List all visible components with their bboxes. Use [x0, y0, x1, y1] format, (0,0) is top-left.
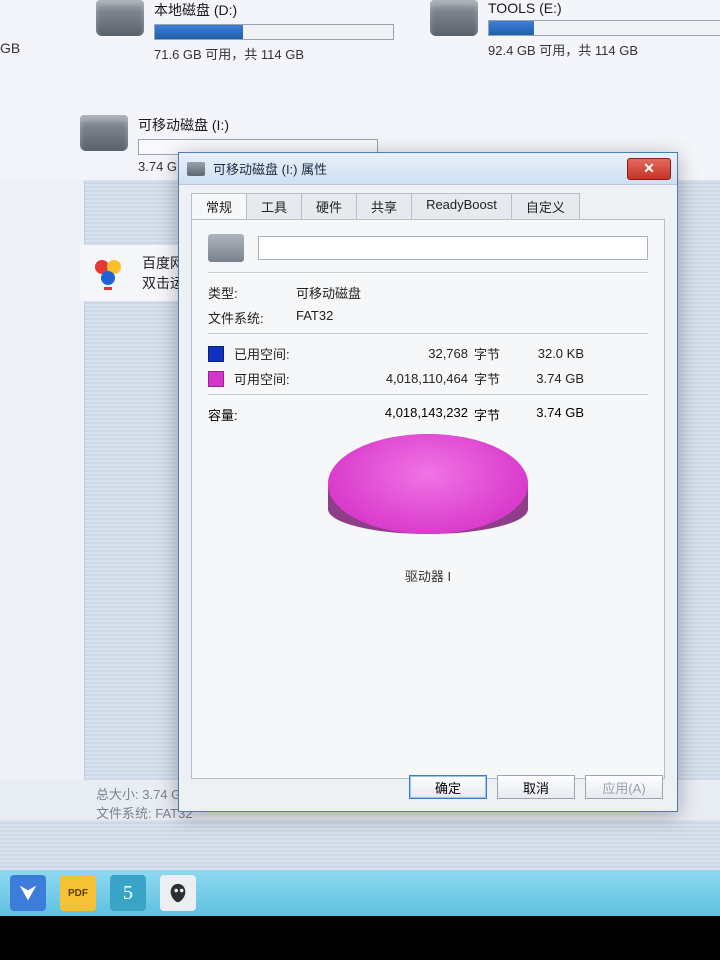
- free-space-row: 可用空间: 4,018,110,464 字节 3.74 GB: [208, 369, 648, 388]
- taskbar-app-five-icon[interactable]: 5: [110, 875, 146, 911]
- capacity-label: 容量:: [208, 405, 308, 424]
- drive-e-stat: 92.4 GB 可用，共 114 GB: [488, 40, 720, 59]
- usage-pie-chart: [328, 434, 528, 554]
- free-space-label: 可用空间:: [234, 369, 308, 388]
- used-space-bytes: 32,768: [308, 346, 468, 361]
- volume-label-input[interactable]: [258, 236, 648, 260]
- separator: [208, 333, 648, 334]
- baidu-netdisk-icon: [86, 251, 130, 295]
- apply-button: 应用(A): [585, 775, 663, 799]
- drive-icon: [208, 234, 244, 262]
- bytes-unit: 字节: [474, 405, 514, 424]
- tab-hardware[interactable]: 硬件: [301, 193, 357, 219]
- used-space-row: 已用空间: 32,768 字节 32.0 KB: [208, 344, 648, 363]
- free-space-bytes: 4,018,110,464: [308, 371, 468, 386]
- taskbar-app-pdf-icon[interactable]: PDF: [60, 875, 96, 911]
- drive-e-usage-bar: [488, 20, 720, 36]
- type-value: 可移动磁盘: [296, 283, 361, 302]
- tab-general[interactable]: 常规: [191, 193, 247, 219]
- drive-d-stat: 71.6 GB 可用，共 114 GB: [154, 44, 394, 63]
- removable-drive-icon: [80, 115, 128, 151]
- taskbar-app-alien-icon[interactable]: [160, 875, 196, 911]
- used-space-label: 已用空间:: [234, 344, 308, 363]
- capacity-row: 容量: 4,018,143,232 字节 3.74 GB: [208, 405, 648, 424]
- hdd-icon: [96, 0, 144, 36]
- close-button[interactable]: ✕: [627, 158, 671, 180]
- fs-value: FAT32: [296, 308, 333, 327]
- drive-e[interactable]: TOOLS (E:) 92.4 GB 可用，共 114 GB: [430, 0, 720, 59]
- tab-sharing[interactable]: 共享: [356, 193, 412, 219]
- drive-removable-label: 可移动磁盘 (I:): [138, 115, 378, 135]
- tab-custom[interactable]: 自定义: [511, 193, 580, 219]
- dialog-title: 可移动磁盘 (I:) 属性: [213, 159, 619, 178]
- used-space-swatch: [208, 346, 224, 362]
- tab-general-panel: 类型:可移动磁盘 文件系统:FAT32 已用空间: 32,768 字节 32.0…: [191, 219, 665, 779]
- drive-d[interactable]: 本地磁盘 (D:) 71.6 GB 可用，共 114 GB: [96, 0, 394, 63]
- tab-strip: 常规 工具 硬件 共享 ReadyBoost 自定义: [191, 193, 677, 219]
- drive-d-usage-bar: [154, 24, 394, 40]
- fs-label: 文件系统:: [208, 308, 296, 327]
- tab-readyboost[interactable]: ReadyBoost: [411, 193, 512, 219]
- separator: [208, 394, 648, 395]
- taskbar[interactable]: PDF 5: [0, 870, 720, 916]
- desktop: GB 本地磁盘 (D:) 71.6 GB 可用，共 114 GB TOOLS (…: [0, 0, 720, 870]
- type-label: 类型:: [208, 283, 296, 302]
- cancel-button[interactable]: 取消: [497, 775, 575, 799]
- explorer-nav-panel: [0, 80, 85, 780]
- separator: [208, 272, 648, 273]
- used-space-pretty: 32.0 KB: [514, 346, 584, 361]
- bytes-unit: 字节: [474, 369, 514, 388]
- bytes-unit: 字节: [474, 344, 514, 363]
- capacity-pretty: 3.74 GB: [514, 405, 584, 424]
- drive-d-label: 本地磁盘 (D:): [154, 0, 394, 20]
- truncated-drive-stat: GB: [0, 40, 20, 56]
- properties-dialog: 可移动磁盘 (I:) 属性 ✕ 常规 工具 硬件 共享 ReadyBoost 自…: [178, 152, 678, 812]
- capacity-bytes: 4,018,143,232: [308, 405, 468, 424]
- hdd-icon: [430, 0, 478, 36]
- taskbar-app-bird-icon[interactable]: [10, 875, 46, 911]
- free-space-pretty: 3.74 GB: [514, 371, 584, 386]
- dialog-titlebar[interactable]: 可移动磁盘 (I:) 属性 ✕: [179, 153, 677, 185]
- ok-button[interactable]: 确定: [409, 775, 487, 799]
- free-space-swatch: [208, 371, 224, 387]
- screen-bezel: [0, 916, 720, 960]
- pie-caption: 驱动器 I: [208, 566, 648, 585]
- drive-e-label: TOOLS (E:): [488, 0, 720, 16]
- tab-tools[interactable]: 工具: [246, 193, 302, 219]
- drive-icon: [187, 162, 205, 176]
